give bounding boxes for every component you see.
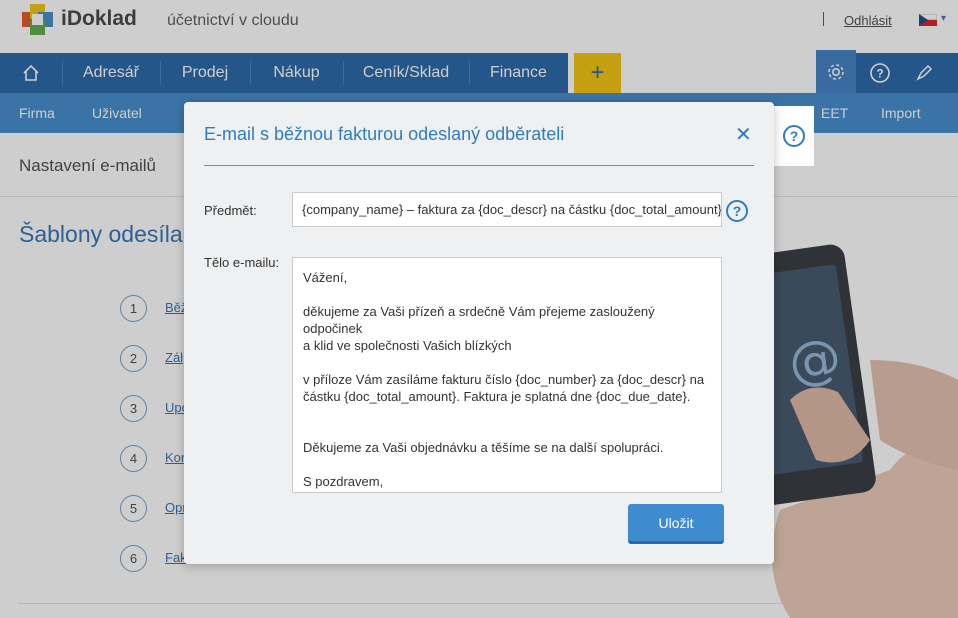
- save-button[interactable]: Uložit: [628, 504, 724, 544]
- body-label: Tělo e-mailu:: [204, 255, 280, 270]
- email-template-modal: E-mail s běžnou fakturou odeslaný odběra…: [184, 102, 774, 564]
- body-line: Děkujeme za Vaši objednávku a těšíme se …: [303, 440, 664, 455]
- modal-title: E-mail s běžnou fakturou odeslaný odběra…: [204, 124, 565, 144]
- close-icon[interactable]: ✕: [735, 122, 752, 147]
- tour-highlight: ?: [774, 106, 814, 166]
- body-line: a klid ve společnosti Vašich blízkých: [303, 338, 512, 353]
- body-line: částku {doc_total_amount}. Faktura je sp…: [303, 389, 691, 404]
- body-line: Vážení,: [303, 270, 348, 285]
- email-body-textarea[interactable]: Vážení, děkujeme za Vaši přízeň a srdečn…: [292, 257, 722, 493]
- subject-help-icon[interactable]: ?: [726, 200, 748, 222]
- divider: [204, 165, 754, 166]
- body-line: v příloze Vám zasíláme fakturu číslo {do…: [303, 372, 705, 387]
- subject-input[interactable]: {company_name} – faktura za {doc_descr} …: [292, 192, 722, 227]
- help-icon[interactable]: ?: [783, 125, 805, 147]
- body-line: děkujeme za Vaši přízeň a srdečně Vám př…: [303, 304, 655, 336]
- body-line: S pozdravem,: [303, 474, 384, 489]
- subject-label: Předmět:: [204, 203, 257, 218]
